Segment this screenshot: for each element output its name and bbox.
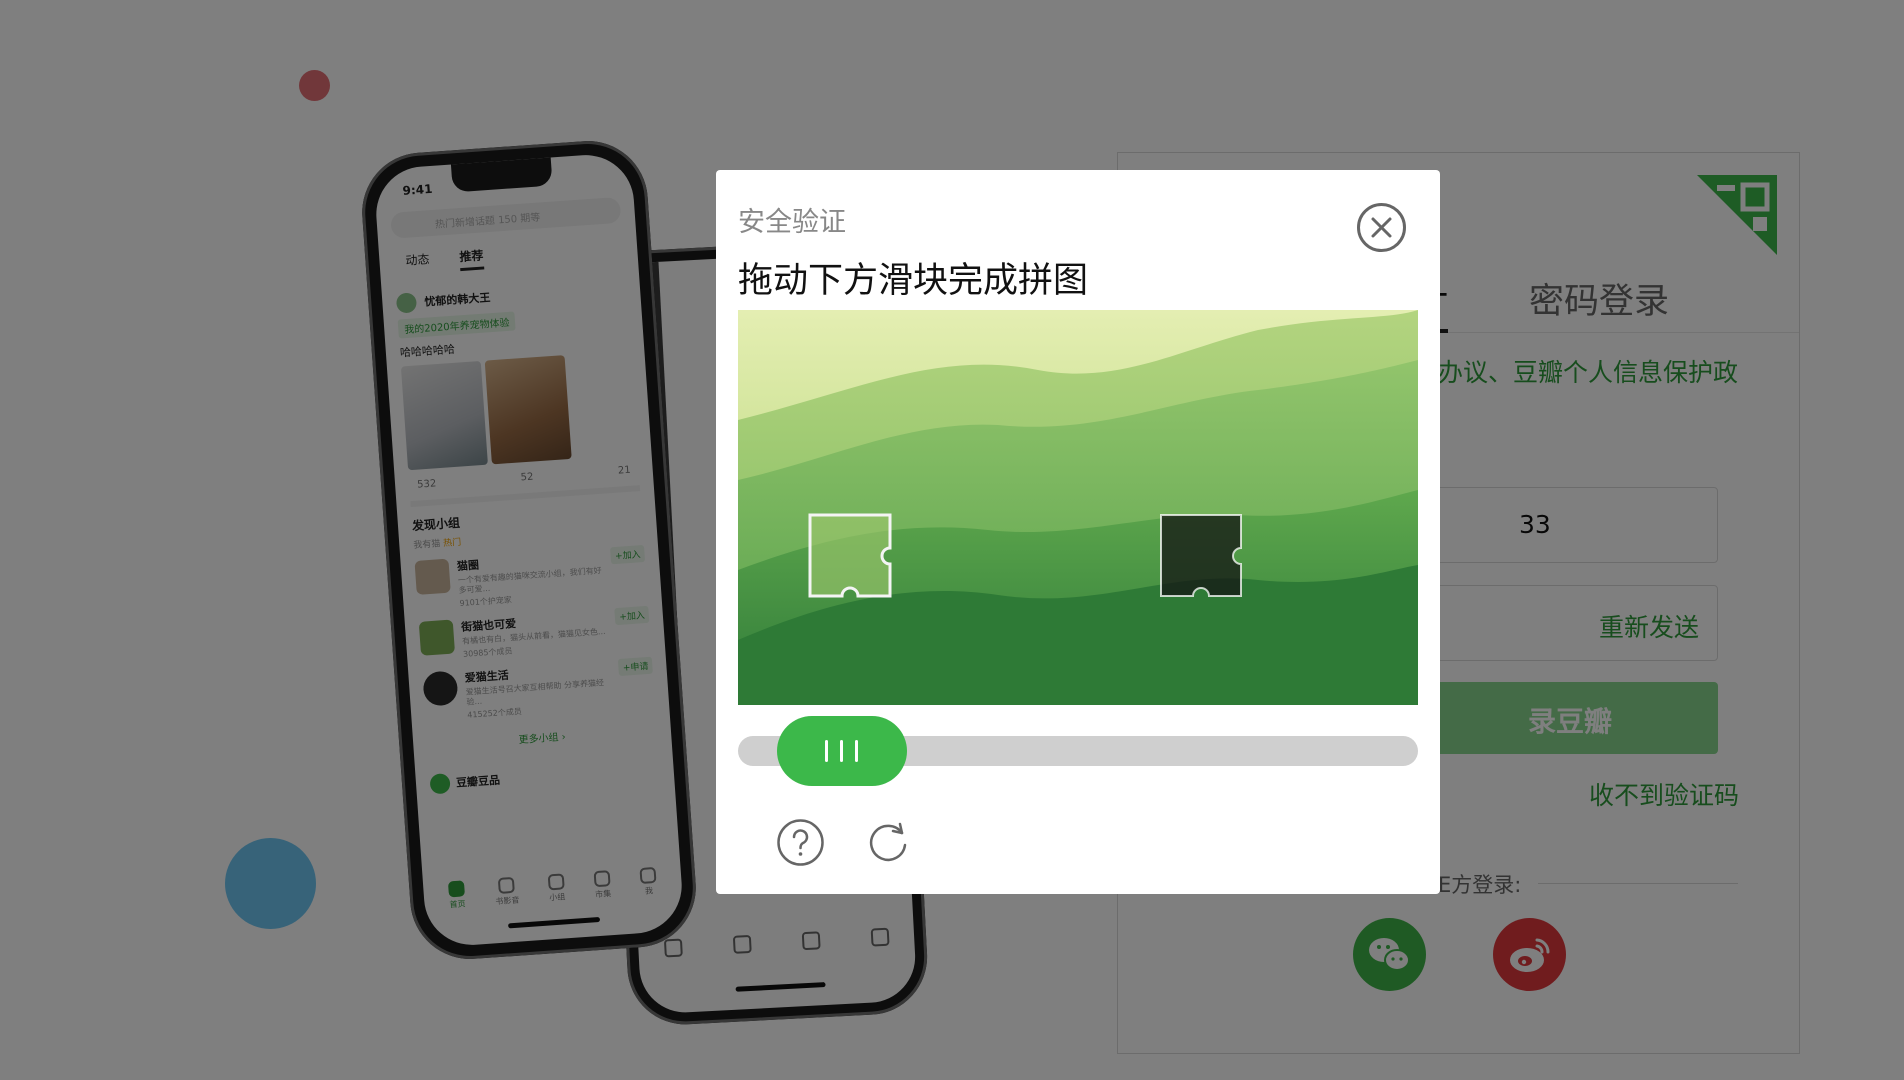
dialog-title: 安全验证 [738, 207, 846, 238]
puzzle-target-slot [1160, 514, 1242, 597]
security-verification-dialog: 安全验证 拖动下方滑块完成拼图 [716, 170, 1440, 894]
puzzle-image [738, 310, 1418, 705]
close-circle-icon[interactable] [1356, 202, 1407, 253]
grip-line-icon [855, 740, 858, 762]
puzzle-piece [808, 513, 892, 598]
grip-line-icon [825, 740, 828, 762]
refresh-icon[interactable] [864, 818, 913, 867]
captcha-instruction: 拖动下方滑块完成拼图 [738, 261, 1089, 301]
hills-landscape-image [738, 310, 1418, 705]
slider-handle[interactable] [776, 716, 907, 786]
grip-line-icon [840, 740, 843, 762]
question-circle-icon[interactable] [776, 818, 825, 867]
